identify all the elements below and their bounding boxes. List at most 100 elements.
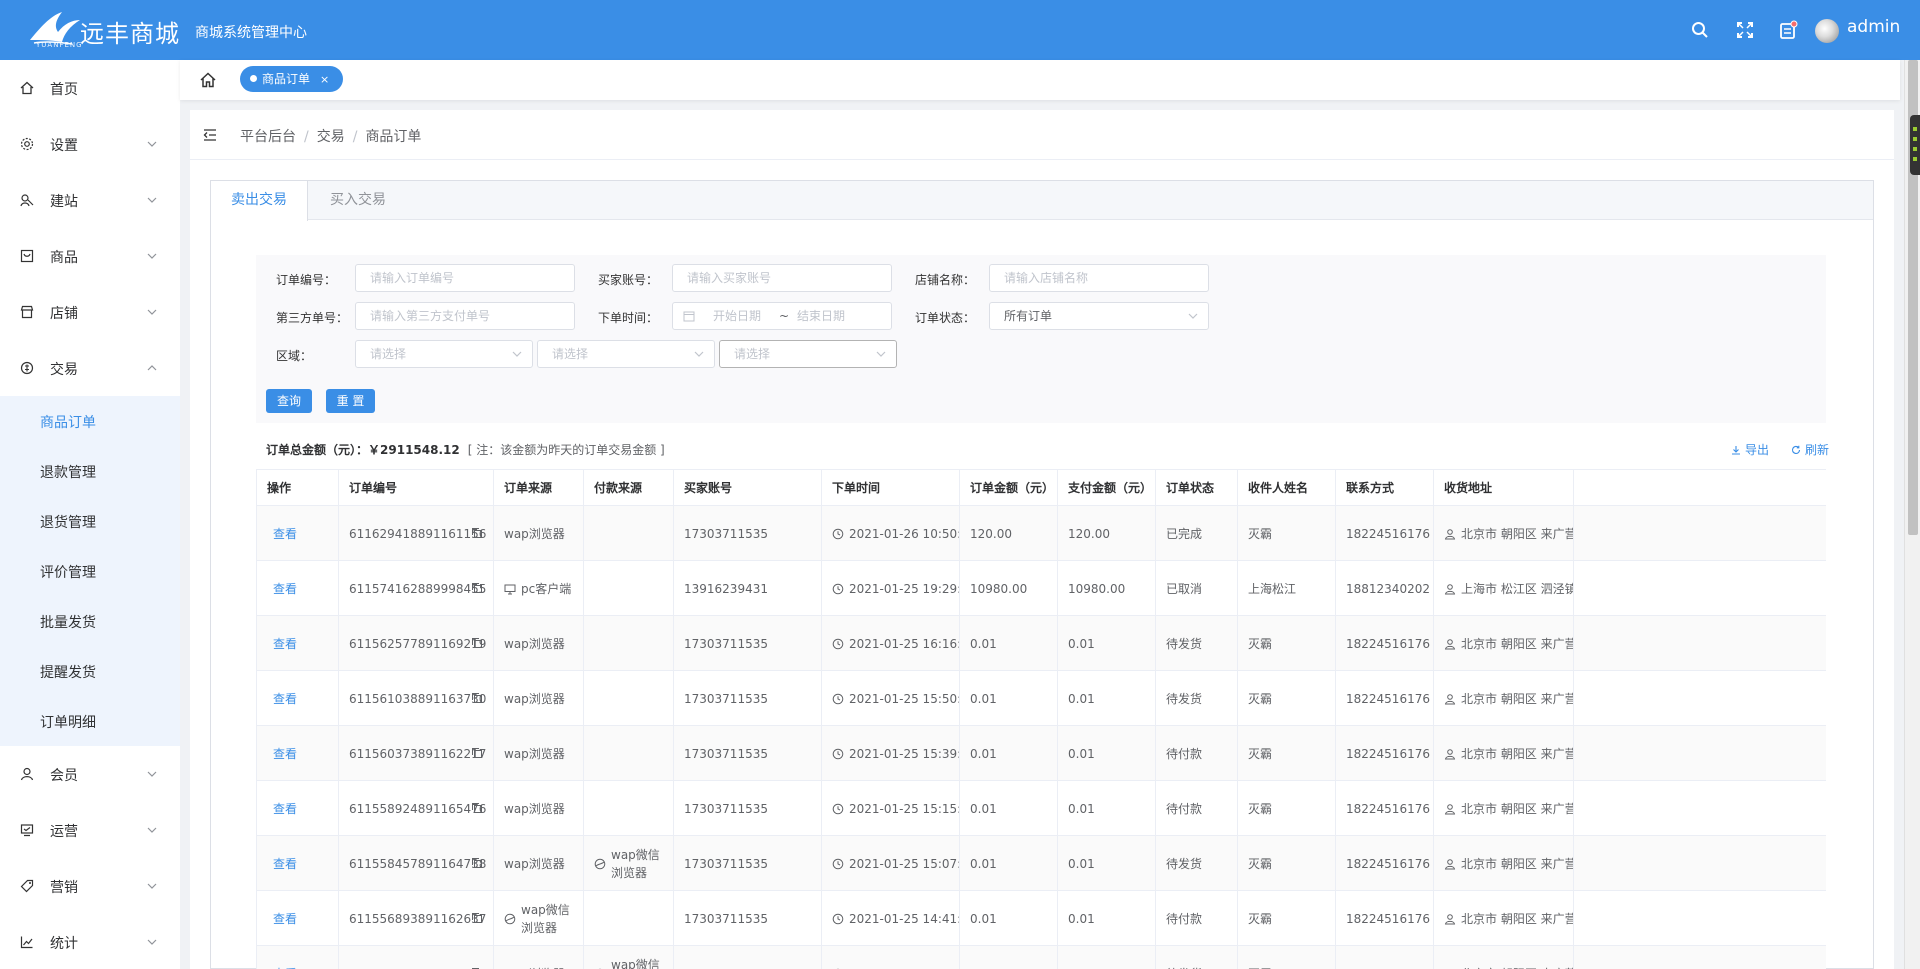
brand-name: 远丰商城 [80, 20, 180, 48]
cell-order-source: wap浏览器 [494, 616, 584, 671]
sidebar-item-marketing[interactable]: 营销 [0, 858, 180, 914]
sidebar-item-goods[interactable]: 商品 [0, 228, 180, 284]
sidebar-item-home[interactable]: 首页 [0, 60, 180, 116]
cell-shipping-address: 上海市 松江区 泗泾镇 [1434, 561, 1574, 616]
refresh-button[interactable]: 刷新 [1791, 441, 1829, 458]
cell-order-time: 2021-01-25 14:41:33 [822, 891, 960, 946]
receiver-name: 灭霸 [1248, 965, 1272, 969]
district-select[interactable]: 请选择 [719, 340, 897, 368]
copy-icon[interactable] [471, 857, 483, 869]
view-link[interactable]: 查看 [273, 965, 297, 969]
end-date[interactable]: 结束日期 [797, 303, 845, 329]
tab-goods-order[interactable]: 商品订单 × [240, 66, 344, 92]
export-button[interactable]: 导出 [1731, 441, 1769, 458]
sidebar-item-statistics[interactable]: 统计 [0, 914, 180, 969]
view-link[interactable]: 查看 [273, 580, 297, 597]
cell-contact-phone: 18224516176 [1336, 891, 1434, 946]
date-range-picker[interactable]: 开始日期 ~ 结束日期 [672, 302, 892, 330]
sidebar-subitem-refund[interactable]: 退款管理 [0, 446, 180, 496]
sidebar-item-operation[interactable]: 运营 [0, 802, 180, 858]
sidebar-subitem-goods-order[interactable]: 商品订单 [0, 396, 180, 446]
city-select[interactable]: 请选择 [537, 340, 715, 368]
order-status: 待发货 [1166, 637, 1203, 651]
copy-icon[interactable] [471, 802, 483, 814]
status-label: 订单状态： [915, 311, 976, 325]
receiver-name: 灭霸 [1248, 637, 1273, 651]
copy-icon[interactable] [471, 582, 483, 594]
query-button[interactable]: 查询 [266, 389, 312, 413]
download-icon [1732, 446, 1740, 455]
tab-buy[interactable]: 买入交易 [310, 181, 406, 220]
province-select[interactable]: 请选择 [355, 340, 533, 368]
reset-button[interactable]: 重 置 [326, 389, 375, 413]
sidebar-item-label: 营销 [50, 880, 78, 896]
third-no-input[interactable]: 请输入第三方支付单号 [355, 302, 575, 330]
shop-input[interactable]: 请输入店铺名称 [989, 264, 1209, 292]
close-icon[interactable]: × [320, 73, 329, 86]
order-amount: 120.00 [970, 526, 1012, 541]
order-time: 2021-01-25 15:07:37 [849, 856, 959, 871]
page-scrollbar[interactable] [1904, 60, 1920, 969]
view-link[interactable]: 查看 [273, 855, 297, 872]
sidebar-item-label: 运营 [50, 824, 78, 840]
notification-icon[interactable] [1778, 20, 1798, 40]
cell-paid-amount: 10980.00 [1058, 561, 1156, 616]
location-user-icon [1444, 748, 1456, 759]
sidebar-item-shop[interactable]: 店铺 [0, 284, 180, 340]
sidebar-item-member[interactable]: 会员 [0, 746, 180, 802]
breadcrumb-item[interactable]: 平台后台 [240, 129, 296, 145]
copy-icon[interactable] [471, 747, 483, 759]
sidebar-item-trade[interactable]: 交易 [0, 340, 180, 396]
view-link[interactable]: 查看 [273, 635, 297, 652]
sidebar-subitem-review[interactable]: 评价管理 [0, 546, 180, 596]
order-no-input[interactable]: 请输入订单编号 [355, 264, 575, 292]
wechat-browser-icon [594, 858, 606, 869]
shipping-address: 北京市 朝阳区 来广营 [1461, 692, 1574, 706]
cell-order-status: 待发货 [1156, 836, 1238, 891]
buyer-input[interactable]: 请输入买家账号 [672, 264, 892, 292]
copy-icon[interactable] [471, 912, 483, 924]
sidebar-subitem-return[interactable]: 退货管理 [0, 496, 180, 546]
order-no: 611556893891162637 [349, 911, 487, 926]
username: admin [1847, 17, 1901, 37]
view-link[interactable]: 查看 [273, 910, 297, 927]
sidebar-item-settings[interactable]: 设置 [0, 116, 180, 172]
view-link[interactable]: 查看 [273, 800, 297, 817]
order-amount: 0.01 [970, 636, 997, 651]
sidebar-item-site[interactable]: 建站 [0, 172, 180, 228]
contact-phone: 18224516176 [1346, 691, 1430, 706]
order-source: wap浏览器 [504, 692, 565, 706]
cell-shipping-address: 北京市 朝阳区 来广营 [1434, 506, 1574, 561]
copy-icon[interactable] [471, 637, 483, 649]
copy-icon[interactable] [471, 692, 483, 704]
table-row: 查看 611558924891165476 wap浏览器 17303711535 202… [257, 781, 1826, 836]
cell-action: 查看 [257, 561, 339, 616]
copy-icon[interactable] [471, 527, 483, 539]
breadcrumb-sep: / [352, 129, 358, 145]
cell-order-source: wap微信浏览器 [494, 891, 584, 946]
view-link[interactable]: 查看 [273, 525, 297, 542]
home-icon[interactable] [198, 70, 218, 90]
order-no: 611629418891161156 [349, 526, 487, 541]
cell-paid-amount: 0.01 [1058, 726, 1156, 781]
tab-sell[interactable]: 卖出交易 [211, 181, 308, 221]
column-header-paid-amount: 支付金额（元） [1058, 470, 1156, 506]
sidebar-subitem-remind-ship[interactable]: 提醒发货 [0, 646, 180, 696]
sidebar-subitem-batch-ship[interactable]: 批量发货 [0, 596, 180, 646]
view-link[interactable]: 查看 [273, 745, 297, 762]
cell-buyer-account: 17303711535 [674, 836, 822, 891]
sidebar-item-label: 会员 [50, 768, 78, 784]
view-link[interactable]: 查看 [273, 690, 297, 707]
cell-order-no: 611556893891162637 [339, 891, 494, 946]
menu-collapse-icon[interactable] [202, 127, 218, 143]
side-widget[interactable] [1910, 115, 1920, 175]
breadcrumb-item[interactable]: 交易 [317, 129, 345, 145]
start-date[interactable]: 开始日期 [713, 303, 761, 329]
cell-order-status: 待发货 [1156, 616, 1238, 671]
fullscreen-icon[interactable] [1735, 20, 1755, 40]
search-icon[interactable] [1690, 20, 1710, 40]
sidebar-subitem-order-detail[interactable]: 订单明细 [0, 696, 180, 746]
logo[interactable]: 远丰商城 YUANFENG [28, 8, 188, 54]
status-select[interactable]: 所有订单 [989, 302, 1209, 330]
table-row: 查看 611556893891162637 wap微信浏览器 17303711535 2… [257, 891, 1826, 946]
